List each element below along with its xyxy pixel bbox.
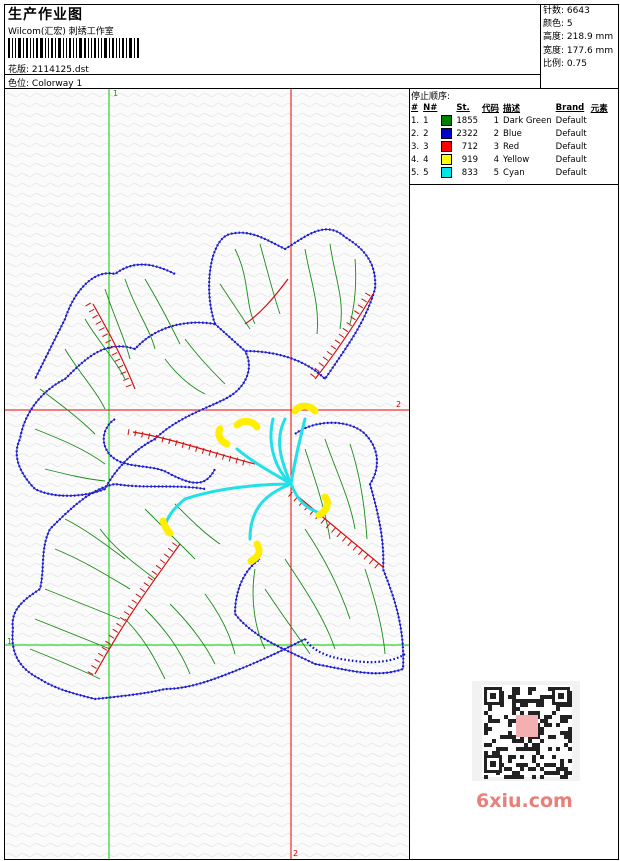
row-stitches: 712 (461, 141, 479, 152)
col-swatch (439, 101, 454, 114)
row-stitches: 919 (461, 154, 479, 165)
row-index: 3. (411, 141, 420, 152)
canvas-divider (409, 88, 410, 860)
color-row: 4. 4 919 4 Yellow Default (409, 153, 610, 166)
barcode (8, 38, 142, 58)
row-code: 2 (493, 128, 500, 139)
color-swatch (439, 153, 454, 166)
spec-height: 高度: 218.9 mm (543, 32, 614, 43)
color-table: # N# St. 代码 描述 Brand 元素 1. 1 1855 1 Dark Gre… (409, 101, 610, 179)
spec-colors: 颜色: 5 (543, 19, 573, 30)
design-row: 花版: 2114125.dst (8, 62, 89, 75)
watermark: 6xiu.com (476, 790, 573, 812)
col-element: 元素 (590, 103, 608, 114)
color-swatch (439, 127, 454, 140)
color-swatch-box (441, 167, 453, 178)
design-value: 2114125.dst (31, 65, 89, 75)
row-index: 2. (411, 128, 420, 139)
design-canvas: 1 1 2 2 (5, 89, 409, 859)
spec-width: 宽度: 177.6 mm (543, 45, 614, 56)
axis-label-red-right: 2 (396, 400, 402, 409)
colorway-row: 色位: Colorway 1 (8, 76, 82, 89)
company-name: Wilcom(汇宏) 刺绣工作室 (8, 27, 114, 37)
table-divider (409, 184, 619, 185)
row-desc: Red (503, 141, 520, 152)
row-desc: Blue (503, 128, 522, 139)
colorway-label: 色位: (8, 79, 30, 89)
row-code: 1 (493, 115, 500, 126)
row-n: 5 (423, 167, 429, 178)
row-stitches: 833 (461, 167, 479, 178)
embroidery-preview (5, 89, 409, 859)
qr-code (472, 681, 580, 781)
color-row: 1. 1 1855 1 Dark Green Default (409, 114, 610, 127)
color-row: 5. 5 833 5 Cyan Default (409, 166, 610, 179)
col-n: N# (423, 102, 438, 113)
row-element (589, 114, 610, 127)
row-desc: Dark Green (503, 115, 552, 126)
row-code: 4 (493, 154, 500, 165)
row-stitches: 2322 (456, 128, 479, 139)
row-index: 5. (411, 167, 420, 178)
specs-divider (540, 4, 541, 88)
specs-panel: 针数: 6643 颜色: 5 高度: 218.9 mm 宽度: 177.6 mm… (543, 5, 613, 71)
row-element (589, 140, 610, 153)
row-brand: Default (555, 154, 587, 165)
color-table-header: # N# St. 代码 描述 Brand 元素 (409, 101, 610, 114)
spec-stitches: 针数: 6643 (543, 6, 590, 16)
page-title: 生产作业图 (8, 7, 83, 23)
col-desc: 描述 (503, 103, 521, 114)
row-code: 5 (493, 167, 500, 178)
row-element (589, 153, 610, 166)
row-brand: Default (555, 115, 587, 126)
row-stitches: 1855 (456, 115, 479, 126)
colorway-value: Colorway 1 (31, 79, 83, 89)
row-brand: Default (555, 141, 587, 152)
row-index: 4. (411, 154, 420, 165)
row-brand: Default (555, 128, 587, 139)
color-swatch-box (441, 128, 453, 139)
axis-label-green-left: 1 (7, 637, 13, 646)
row-n: 4 (423, 154, 429, 165)
col-code: 代码 (482, 103, 500, 114)
row-element (589, 127, 610, 140)
col-index: # (411, 102, 419, 113)
axis-label-green-top: 1 (113, 89, 119, 98)
color-swatch-box (441, 115, 453, 126)
row-desc: Yellow (503, 154, 530, 165)
color-row: 2. 2 2322 2 Blue Default (409, 127, 610, 140)
row-n: 2 (423, 128, 429, 139)
spec-scale: 比例: 0.75 (543, 58, 587, 69)
col-stitches: St. (456, 102, 470, 113)
axis-label-red-bottom: 2 (293, 849, 299, 858)
color-swatch-box (441, 154, 453, 165)
row-desc: Cyan (503, 167, 525, 178)
row-n: 3 (423, 141, 429, 152)
design-label: 花版: (8, 65, 30, 75)
color-swatch-box (441, 141, 453, 152)
row-brand: Default (555, 167, 587, 178)
row-n: 1 (423, 115, 429, 126)
color-swatch (439, 166, 454, 179)
color-swatch (439, 114, 454, 127)
col-brand: Brand (555, 102, 585, 113)
color-row: 3. 3 712 3 Red Default (409, 140, 610, 153)
row-index: 1. (411, 115, 420, 126)
row-code: 3 (493, 141, 500, 152)
color-swatch (439, 140, 454, 153)
row-element (589, 166, 610, 179)
